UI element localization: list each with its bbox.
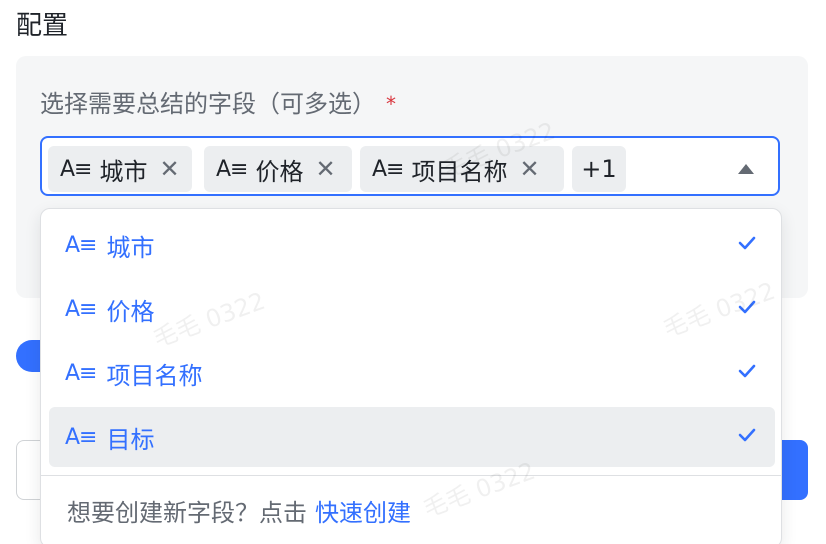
dropdown-option[interactable]: A≡ 城市 (49, 215, 775, 275)
field-label-text: 选择需要总结的字段（可多选） (40, 90, 376, 118)
page: 配置 选择需要总结的字段（可多选） * A≡ 城市 ✕ A≡ 价格 ✕ A≡ 项目… (0, 0, 826, 544)
close-icon[interactable]: ✕ (315, 155, 335, 183)
text-field-icon: A≡ (65, 232, 98, 258)
dropdown-option[interactable]: A≡ 目标 (49, 407, 775, 467)
more-tags-count[interactable]: +1 (572, 146, 626, 192)
checkmark-icon (738, 364, 756, 378)
checkmark-icon (738, 300, 756, 314)
checkmark-icon (738, 428, 756, 442)
text-field-icon: A≡ (372, 156, 405, 182)
option-label: 目标 (106, 425, 155, 454)
text-field-icon: A≡ (216, 156, 249, 182)
field-multi-select[interactable]: A≡ 城市 ✕ A≡ 价格 ✕ A≡ 项目名称 ✕ +1 (40, 136, 780, 196)
field-dropdown: A≡ 城市 A≡ 价格 A≡ 项目名称 A≡ 目标 想要创建新字段？点击 快速创建 (40, 208, 782, 544)
text-field-icon: A≡ (65, 424, 98, 450)
close-icon[interactable]: ✕ (159, 155, 179, 183)
dropdown-footer: 想要创建新字段？点击 快速创建 (67, 495, 411, 531)
selected-tag: A≡ 价格 ✕ (204, 146, 352, 192)
quick-create-link[interactable]: 快速创建 (315, 499, 411, 527)
field-label: 选择需要总结的字段（可多选） * (40, 86, 396, 122)
primary-button[interactable] (780, 440, 808, 500)
section-title: 配置 (16, 11, 69, 41)
required-mark: * (386, 92, 396, 116)
footer-tip-text: 想要创建新字段？点击 (67, 499, 307, 527)
checkmark-icon (738, 236, 756, 250)
text-field-icon: A≡ (60, 156, 93, 182)
option-label: 项目名称 (106, 361, 203, 390)
tag-label: 项目名称 (411, 157, 508, 186)
text-field-icon: A≡ (65, 360, 98, 386)
option-label: 城市 (106, 233, 155, 262)
option-label: 价格 (106, 297, 155, 326)
dropdown-divider (41, 475, 781, 476)
selected-tag: A≡ 项目名称 ✕ (360, 146, 564, 192)
tag-label: 城市 (99, 157, 148, 186)
dropdown-option[interactable]: A≡ 价格 (49, 279, 775, 339)
tag-label: 价格 (255, 157, 304, 186)
dropdown-option[interactable]: A≡ 项目名称 (49, 343, 775, 403)
text-field-icon: A≡ (65, 296, 98, 322)
selected-tag: A≡ 城市 ✕ (48, 146, 192, 192)
caret-up-icon[interactable] (738, 164, 754, 174)
close-icon[interactable]: ✕ (519, 155, 539, 183)
